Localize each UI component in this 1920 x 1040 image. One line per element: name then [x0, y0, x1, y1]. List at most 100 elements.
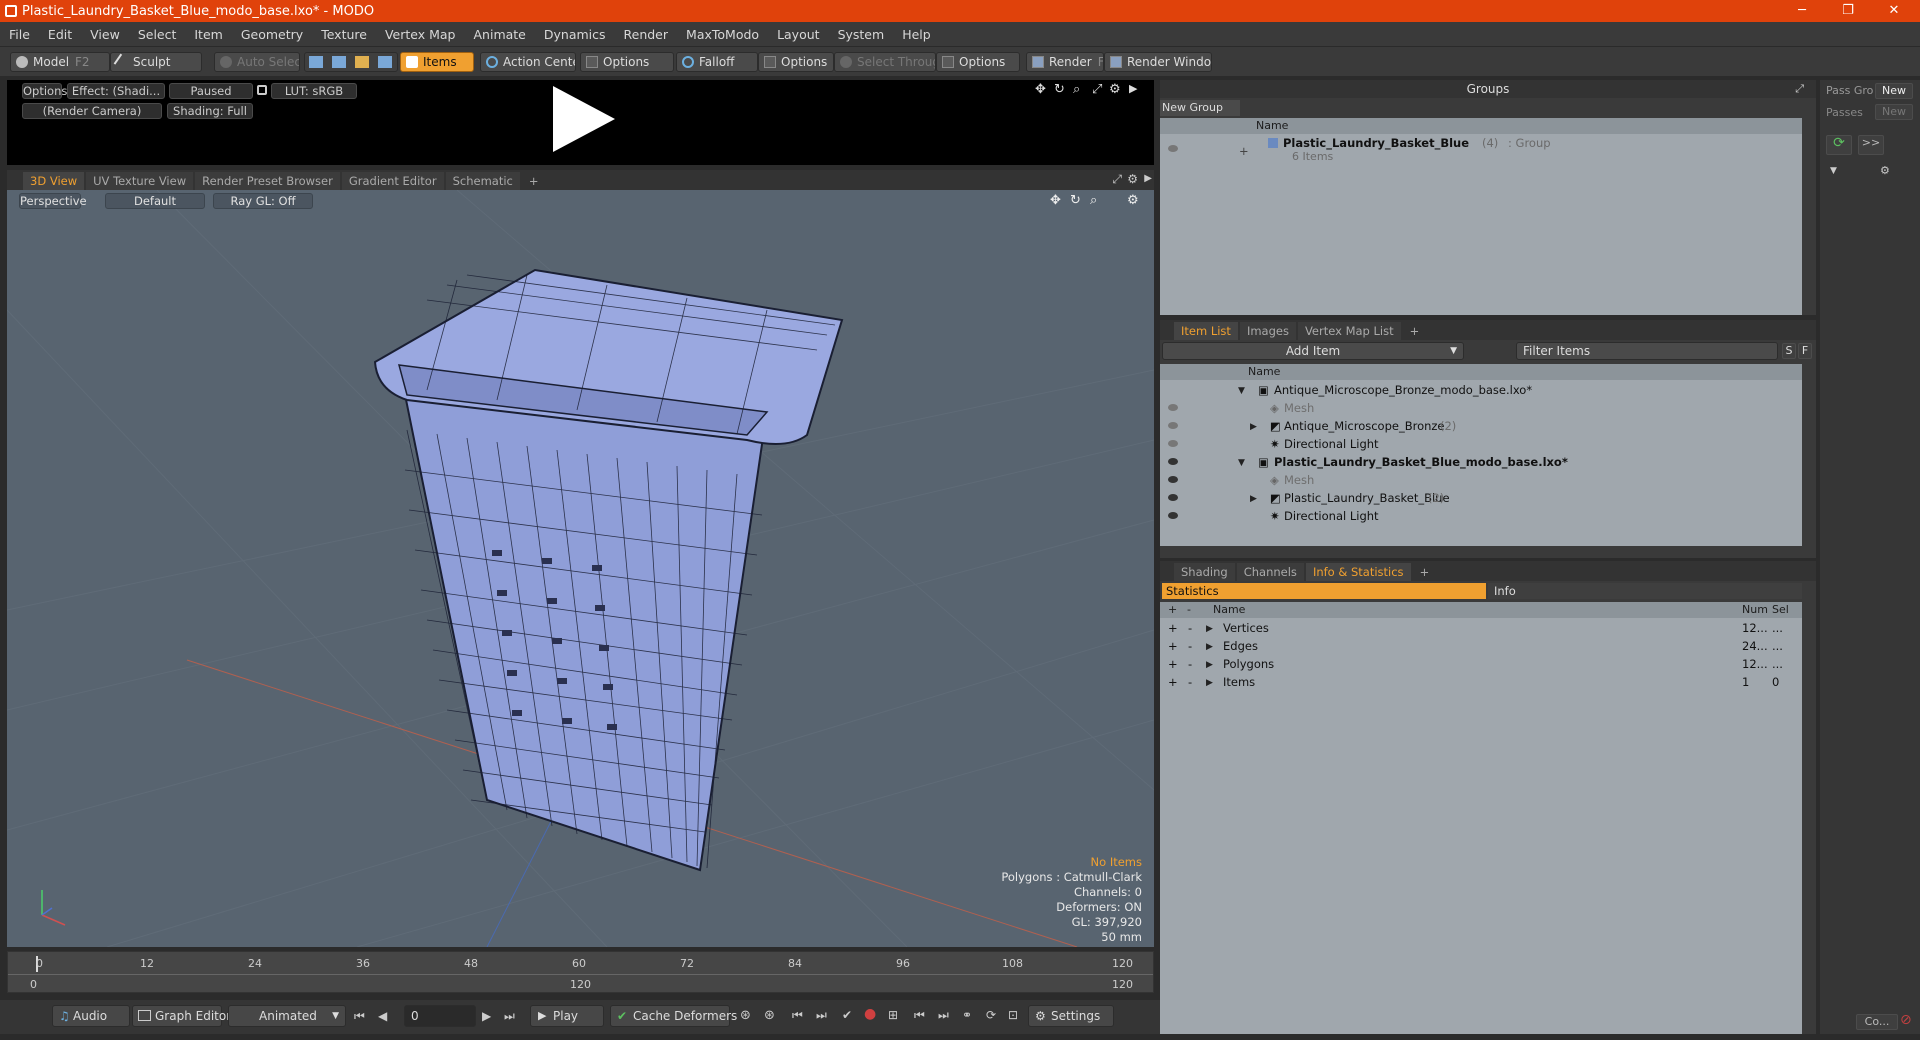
tab-uv-texture-view[interactable]: UV Texture View [86, 172, 194, 190]
key-filter-icon[interactable]: ⊞ [888, 1008, 898, 1022]
rotate-icon[interactable]: ↻ [1054, 82, 1065, 97]
menu-texture[interactable]: Texture [312, 27, 376, 42]
menu-edit[interactable]: Edit [39, 27, 81, 42]
tab-gradient-editor[interactable]: Gradient Editor [341, 172, 444, 190]
tab-render-preset-browser[interactable]: Render Preset Browser [195, 172, 340, 190]
raygl-dropdown[interactable]: Ray GL: Off [213, 193, 313, 209]
tree-row[interactable]: ▼ ▣ Plastic_Laundry_Basket_Blue_modo_base.… [1160, 453, 1802, 471]
visibility-eye-icon[interactable] [1168, 494, 1178, 501]
animated-dropdown[interactable]: Animated ▼ [228, 1005, 346, 1027]
material-select-icon[interactable] [378, 56, 392, 68]
add-tab-button[interactable]: + [1403, 322, 1427, 340]
collapse-arrow-icon[interactable]: ▼ [1238, 454, 1245, 472]
tree-row[interactable]: ◈ Mesh [1160, 471, 1802, 489]
record-icon[interactable]: ● [864, 1006, 876, 1022]
auto-key-icon[interactable]: ⊛ [764, 1008, 775, 1023]
expand-arrow-icon[interactable]: ▶ [1250, 490, 1257, 508]
menu-view[interactable]: View [81, 27, 129, 42]
stop-icon[interactable]: ⊘ [1900, 1012, 1912, 1028]
paused-button[interactable]: Paused [169, 83, 253, 99]
visibility-eye-icon[interactable] [1168, 512, 1178, 519]
gear-icon[interactable]: ⚙ [1109, 82, 1121, 97]
menu-vertex-map[interactable]: Vertex Map [376, 27, 465, 42]
tab-info-statistics[interactable]: Info & Statistics [1305, 563, 1411, 581]
viewport-zoom-icon[interactable]: ⌕ [1090, 193, 1097, 208]
3d-viewport[interactable]: Perspective Default Ray GL: Off ✥ ↻ ⌕ ⚙ … [7, 190, 1154, 947]
pane-gear-icon[interactable]: ⚙ [1127, 172, 1138, 186]
render-button[interactable]: RenderF9 [1026, 52, 1104, 72]
cache-deformers-button[interactable]: ✔ Cache Deformers [610, 1005, 737, 1027]
step-forward-icon[interactable]: ▶ [482, 1009, 491, 1023]
add-item-button[interactable]: Add Item ▼ [1162, 342, 1464, 360]
tab-channels[interactable]: Channels [1236, 563, 1304, 581]
refresh-icon[interactable]: ⟳ [1826, 135, 1852, 155]
more-button[interactable]: >> [1858, 135, 1884, 155]
polygon-select-icon[interactable] [355, 56, 369, 68]
next-key-icon[interactable]: ⏭ [816, 1008, 827, 1023]
expand-arrow-icon[interactable]: ▶ [1129, 82, 1137, 95]
audio-button[interactable]: ♫ Audio [52, 1005, 130, 1027]
remove-icon[interactable]: - [1188, 619, 1192, 637]
co-button[interactable]: Co... [1856, 1014, 1898, 1030]
side-dropdown-icon[interactable]: ▼ [1830, 166, 1837, 176]
menu-select[interactable]: Select [129, 27, 186, 42]
expand-plus-icon[interactable]: + [1239, 142, 1249, 160]
visibility-eye-icon[interactable] [1168, 476, 1178, 483]
menu-item[interactable]: Item [185, 27, 231, 42]
menu-animate[interactable]: Animate [465, 27, 535, 42]
skip-to-end-icon[interactable]: ⏭ [504, 1009, 515, 1024]
tree-row[interactable]: ▶ ◩ Antique_Microscope_Bronze (2) [1160, 417, 1802, 435]
minimize-button[interactable]: ─ [1780, 0, 1824, 22]
check-icon[interactable]: ✔ [842, 1008, 852, 1022]
new-group-button[interactable]: New Group [1160, 100, 1240, 116]
groups-maximize-icon[interactable]: ⤢ [1795, 82, 1804, 96]
tree-row[interactable]: ◈ Mesh [1160, 399, 1802, 417]
snap-icon[interactable]: ⊡ [1008, 1008, 1018, 1022]
add-tab-button[interactable]: + [1413, 563, 1437, 581]
shading-dropdown[interactable]: Shading: Full [167, 103, 253, 119]
viewport-pan-icon[interactable]: ✥ [1050, 193, 1061, 208]
tree-row[interactable]: ✷ Directional Light [1160, 435, 1802, 453]
new-pass-group-button[interactable]: New [1875, 83, 1913, 99]
collapse-arrow-icon[interactable]: ▼ [1238, 382, 1245, 400]
add-icon[interactable]: + [1168, 655, 1178, 673]
zoom-icon[interactable]: ⌕ [1073, 82, 1080, 97]
stats-row[interactable]: + - ▶ Polygons 12...... [1160, 655, 1802, 673]
expand-arrow-icon[interactable]: ▶ [1206, 638, 1213, 656]
remove-icon[interactable]: - [1188, 637, 1192, 655]
key-range-start-icon[interactable]: ⏮ [914, 1008, 925, 1023]
menu-geometry[interactable]: Geometry [232, 27, 312, 42]
select-through-options-button[interactable]: Options [936, 52, 1020, 72]
statistics-tab[interactable]: Statistics [1162, 583, 1486, 599]
effect-dropdown[interactable]: Effect: (Shadi... [67, 83, 165, 99]
preview-options-button[interactable]: Options [22, 83, 67, 99]
lock-icon[interactable] [257, 85, 267, 95]
vertex-select-icon[interactable] [309, 56, 323, 68]
tab-schematic[interactable]: Schematic [445, 172, 520, 190]
play-button[interactable]: ▶ Play [530, 1005, 604, 1027]
sculpt-mode-button[interactable]: Sculpt [110, 52, 202, 72]
prev-key-icon[interactable]: ⏮ [792, 1008, 803, 1023]
tab-shading[interactable]: Shading [1174, 563, 1235, 581]
menu-file[interactable]: File [0, 27, 39, 42]
f-filter-button[interactable]: F [1798, 343, 1812, 359]
skip-to-start-icon[interactable]: ⏮ [354, 1009, 365, 1024]
stats-row[interactable]: + - ▶ Edges 24...... [1160, 637, 1802, 655]
tab-3d-view[interactable]: 3D View [23, 172, 85, 190]
menu-render[interactable]: Render [615, 27, 678, 42]
add-icon[interactable]: + [1168, 673, 1178, 691]
key-icon[interactable]: ⊛ [740, 1008, 751, 1023]
tree-row[interactable]: ✷ Directional Light [1160, 507, 1802, 525]
add-tab-button[interactable]: + [522, 172, 546, 190]
maximize-button[interactable]: ❐ [1826, 0, 1870, 22]
visibility-eye-icon[interactable] [1168, 145, 1178, 152]
loop-icon[interactable]: ⟳ [986, 1008, 996, 1022]
remove-icon[interactable]: - [1188, 655, 1192, 673]
timeline-ruler[interactable]: 0 12 24 36 48 60 72 84 96 108 120 0 120 … [7, 951, 1154, 993]
expand-arrow-icon[interactable]: ▶ [1206, 620, 1213, 638]
filter-items-input[interactable]: Filter Items [1516, 342, 1778, 360]
play-icon[interactable] [553, 86, 615, 152]
action-center-button[interactable]: Action Center [480, 52, 576, 72]
items-mode-button[interactable]: Items [400, 52, 474, 72]
settings-button[interactable]: ⚙ Settings [1028, 1005, 1114, 1027]
